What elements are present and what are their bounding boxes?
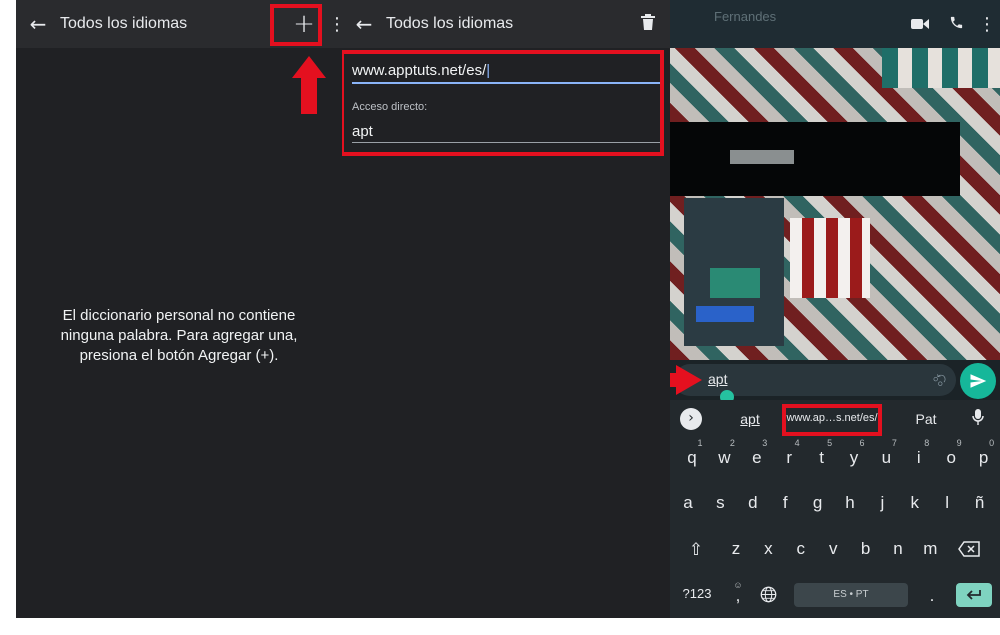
key[interactable]: r bbox=[773, 448, 805, 468]
key-hint: 0 bbox=[989, 438, 995, 448]
period-key[interactable]: . bbox=[916, 586, 948, 606]
key-hint: 7 bbox=[891, 438, 897, 448]
send-icon bbox=[970, 374, 987, 388]
video-call-icon[interactable] bbox=[902, 15, 938, 34]
dictionary-panel-empty: ← Todos los idiomas + ⋮ El diccionario p… bbox=[16, 0, 342, 618]
back-arrow-icon[interactable]: ← bbox=[16, 12, 60, 36]
arrow-up-icon bbox=[292, 56, 326, 114]
avatar[interactable] bbox=[670, 0, 714, 48]
key[interactable]: m bbox=[914, 539, 946, 559]
key[interactable]: i bbox=[903, 448, 935, 468]
key[interactable]: e bbox=[741, 448, 773, 468]
page-title: Todos los idiomas bbox=[386, 15, 514, 32]
app-bar: ← Todos los idiomas bbox=[342, 0, 670, 48]
empty-dictionary-message: El diccionario personal no contiene ning… bbox=[60, 307, 298, 364]
message-text: apt bbox=[708, 371, 728, 387]
suggestion-1[interactable]: apt bbox=[730, 411, 770, 427]
shortcut-input[interactable]: apt bbox=[352, 123, 660, 143]
pixelated-chat-area bbox=[670, 48, 1000, 360]
key-hint: 1 bbox=[697, 438, 703, 448]
key[interactable]: c bbox=[785, 539, 817, 559]
attach-icon[interactable]: ⎌ bbox=[929, 369, 950, 391]
key[interactable]: y bbox=[838, 448, 870, 468]
key[interactable]: a bbox=[672, 493, 704, 513]
contact-name[interactable]: Fernandes bbox=[714, 9, 902, 24]
key[interactable]: f bbox=[769, 493, 801, 513]
chat-keyboard-panel: Fernandes ⋮ apt ⎌ › apt www.ap…s.net/es/… bbox=[670, 0, 1000, 618]
space-bar-label: ES • PT bbox=[833, 589, 869, 600]
page-title: Todos los idiomas bbox=[60, 15, 188, 32]
enter-key[interactable] bbox=[956, 583, 992, 607]
key[interactable]: o bbox=[935, 448, 967, 468]
key-hint: 8 bbox=[924, 438, 930, 448]
key[interactable]: w bbox=[708, 448, 740, 468]
message-input[interactable]: apt ⎌ bbox=[674, 364, 956, 396]
expand-toolbar-icon[interactable]: › bbox=[680, 408, 702, 430]
delete-icon[interactable] bbox=[626, 14, 670, 34]
phone-call-icon[interactable] bbox=[938, 15, 974, 34]
key[interactable]: j bbox=[866, 493, 898, 513]
key-hint: 6 bbox=[859, 438, 865, 448]
more-options-icon[interactable]: ⋮ bbox=[974, 14, 1000, 35]
chat-header: Fernandes ⋮ bbox=[670, 0, 1000, 48]
key[interactable]: h bbox=[834, 493, 866, 513]
key[interactable]: ñ bbox=[964, 493, 996, 513]
key[interactable]: t bbox=[806, 448, 838, 468]
send-button[interactable] bbox=[960, 363, 996, 399]
key-hint: 3 bbox=[762, 438, 768, 448]
language-globe-icon[interactable] bbox=[760, 586, 777, 608]
keyboard: › apt www.ap…s.net/es/ Pat 1q 2w 3e 4r 5t 6y 7… bbox=[670, 400, 1000, 618]
suggestion-3[interactable]: Pat bbox=[906, 411, 946, 427]
enter-icon bbox=[966, 590, 981, 600]
key[interactable]: x bbox=[752, 539, 784, 559]
add-word-panel: ← Todos los idiomas www.apptuts.net/es/|… bbox=[342, 0, 670, 618]
microphone-icon[interactable] bbox=[972, 409, 984, 428]
key[interactable]: s bbox=[704, 493, 736, 513]
key[interactable]: g bbox=[802, 493, 834, 513]
key[interactable]: p bbox=[968, 448, 1000, 468]
key-hint: 9 bbox=[956, 438, 962, 448]
key[interactable]: l bbox=[931, 493, 963, 513]
more-options-icon[interactable]: ⋮ bbox=[328, 14, 342, 35]
key-hint: 5 bbox=[827, 438, 833, 448]
back-arrow-icon[interactable]: ← bbox=[342, 12, 386, 36]
backspace-key[interactable] bbox=[958, 541, 980, 562]
key[interactable]: b bbox=[850, 539, 882, 559]
key[interactable]: z bbox=[720, 539, 752, 559]
key[interactable]: q bbox=[676, 448, 708, 468]
key-hint: 4 bbox=[794, 438, 800, 448]
key[interactable]: v bbox=[817, 539, 849, 559]
space-bar[interactable]: ES • PT bbox=[794, 583, 908, 607]
suggestion-2[interactable]: www.ap…s.net/es/ bbox=[786, 412, 878, 424]
comma-key[interactable]: , bbox=[722, 586, 754, 606]
highlight-add-button bbox=[270, 4, 322, 46]
shortcut-input-value: apt bbox=[352, 123, 373, 140]
key-hint: 2 bbox=[729, 438, 735, 448]
word-input-value: www.apptuts.net/es/ bbox=[352, 62, 487, 79]
word-input[interactable]: www.apptuts.net/es/| bbox=[352, 62, 660, 84]
shift-key[interactable]: ⇧ bbox=[680, 540, 712, 560]
symbols-key[interactable]: ?123 bbox=[676, 586, 718, 601]
key[interactable]: k bbox=[899, 493, 931, 513]
key[interactable]: u bbox=[870, 448, 902, 468]
key[interactable]: n bbox=[882, 539, 914, 559]
arrow-right-icon bbox=[670, 365, 702, 395]
backspace-icon bbox=[958, 541, 980, 557]
screenshot-composite: ← Todos los idiomas + ⋮ El diccionario p… bbox=[0, 0, 1000, 635]
shortcut-label: Acceso directo: bbox=[352, 101, 428, 113]
key[interactable]: d bbox=[737, 493, 769, 513]
